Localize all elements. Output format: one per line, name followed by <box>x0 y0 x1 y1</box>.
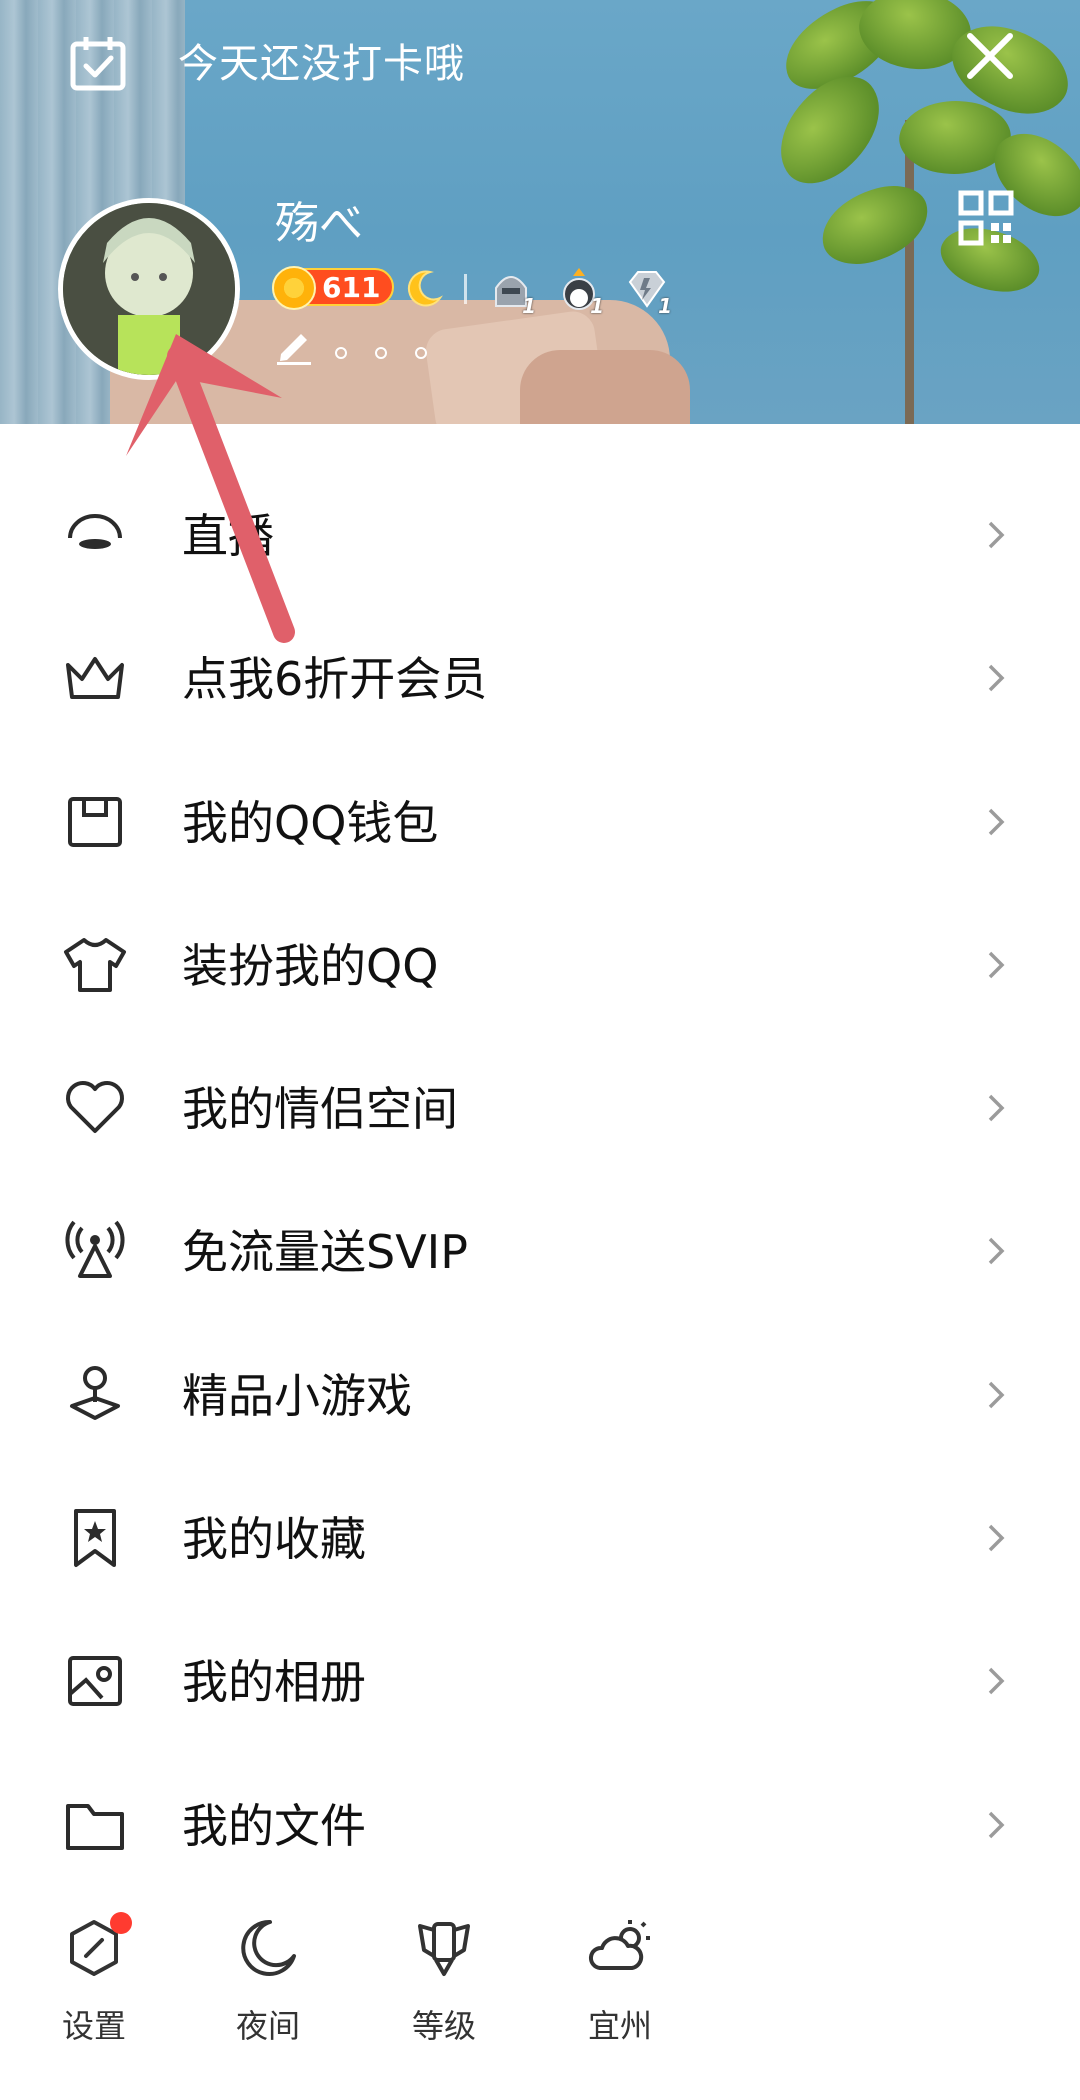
medal-count: 1 <box>590 294 604 318</box>
chevron-right-icon <box>988 951 1005 979</box>
bottom-bar-label: 设置 <box>61 2007 126 2045</box>
pencil-icon <box>277 334 311 365</box>
calendar-check-icon[interactable] <box>68 34 128 94</box>
medal-count: 1 <box>522 294 536 318</box>
signature-row[interactable] <box>275 326 475 370</box>
bookmark-star-icon <box>74 1509 116 1568</box>
menu-label: 我的收藏 <box>182 1512 366 1567</box>
menu-item-couple-space[interactable]: 我的情侣空间 <box>0 1035 1080 1178</box>
bottom-bar-label: 宜州 <box>587 2007 652 2045</box>
menu-item-files[interactable]: 我的文件 <box>0 1752 1080 1895</box>
menu-item-theme[interactable]: 装扮我的QQ <box>0 892 1080 1035</box>
menu-label: 精品小游戏 <box>182 1368 412 1423</box>
menu-label: 我的QQ钱包 <box>182 795 439 850</box>
sun-icon <box>272 266 316 310</box>
settings-button[interactable]: 设置 <box>32 1908 152 2058</box>
chevron-right-icon <box>988 521 1005 549</box>
photo-album-icon <box>68 1656 122 1707</box>
menu-item-free-data[interactable]: 免流量送SVIP <box>0 1178 1080 1321</box>
menu-label: 我的相册 <box>182 1655 366 1710</box>
chevron-right-icon <box>988 1381 1005 1409</box>
chevron-right-icon <box>988 808 1005 835</box>
signature-placeholder-dots <box>335 344 455 363</box>
avatar[interactable] <box>58 198 240 380</box>
bottom-bar: 设置 夜间 等级 宜州 <box>0 1908 1080 2100</box>
weather-button[interactable]: 宜州 <box>558 1908 678 2058</box>
sun-level-badge[interactable]: 611 <box>272 266 394 310</box>
menu-label: 我的文件 <box>182 1798 366 1853</box>
medal-badge[interactable]: 1 <box>488 266 536 318</box>
notification-dot <box>110 1912 132 1934</box>
folder-icon <box>66 1803 124 1850</box>
weather-icon <box>589 1920 650 1970</box>
badge-divider <box>464 274 467 304</box>
badge-row: 611 1 1 1 <box>272 264 692 318</box>
chevron-right-icon <box>988 1238 1005 1265</box>
menu-label: 点我6折开会员 <box>182 652 488 707</box>
background-plant-leaf <box>812 176 938 274</box>
joystick-icon <box>70 1365 120 1420</box>
background-plant-stem <box>905 120 914 424</box>
chevron-right-icon <box>988 1524 1005 1552</box>
moon-level-icon[interactable] <box>402 266 446 310</box>
menu-item-mini-games[interactable]: 精品小游戏 <box>0 1322 1080 1465</box>
crown-icon <box>66 657 124 700</box>
menu-label: 装扮我的QQ <box>182 938 439 993</box>
wallet-icon <box>68 796 122 847</box>
chevron-right-icon <box>988 1668 1005 1695</box>
checkin-row: 今天还没打卡哦 <box>0 0 1080 124</box>
medal-badge[interactable]: 1 <box>556 266 604 318</box>
qr-code-icon[interactable] <box>958 190 1014 246</box>
menu-item-favorites[interactable]: 我的收藏 <box>0 1465 1080 1608</box>
chevron-right-icon <box>988 1094 1005 1122</box>
checkin-prompt[interactable]: 今天还没打卡哦 <box>178 38 465 90</box>
profile-header: 今天还没打卡哦 殇べ 611 1 1 1 <box>0 0 1080 424</box>
menu-item-vip[interactable]: 点我6折开会员 <box>0 605 1080 748</box>
medal-count: 1 <box>658 294 672 318</box>
tshirt-icon <box>64 937 126 992</box>
menu-label: 我的情侣空间 <box>182 1082 458 1137</box>
chevron-right-icon <box>988 1811 1005 1838</box>
medal-badge[interactable]: 1 <box>624 266 672 318</box>
bottom-bar-label: 夜间 <box>235 2007 300 2045</box>
menu-label: 直播 <box>182 509 274 563</box>
moon-icon <box>241 1919 296 1976</box>
bottom-bar-label: 等级 <box>411 2007 476 2045</box>
signal-tower-icon <box>65 1221 125 1279</box>
sun-level-value: 611 <box>322 271 381 304</box>
username[interactable]: 殇べ <box>275 196 363 252</box>
menu-item-live[interactable]: 直播 <box>0 462 1080 605</box>
background-sofa-arm <box>520 350 690 424</box>
menu-label: 免流量送SVIP <box>182 1225 468 1280</box>
heart-icon <box>66 1081 124 1134</box>
menu-list: 直播 点我6折开会员 我的QQ钱包 装扮我的QQ 我的情侣空间 免流量送SVIP… <box>0 462 1080 1895</box>
menu-item-album[interactable]: 我的相册 <box>0 1608 1080 1751</box>
level-icon <box>418 1922 470 1976</box>
chevron-right-icon <box>988 665 1005 692</box>
close-icon[interactable] <box>962 28 1018 84</box>
night-mode-button[interactable]: 夜间 <box>206 1908 326 2058</box>
menu-item-wallet[interactable]: 我的QQ钱包 <box>0 749 1080 892</box>
avatar-image <box>63 203 235 375</box>
live-icon <box>68 514 122 549</box>
level-button[interactable]: 等级 <box>382 1908 502 2058</box>
